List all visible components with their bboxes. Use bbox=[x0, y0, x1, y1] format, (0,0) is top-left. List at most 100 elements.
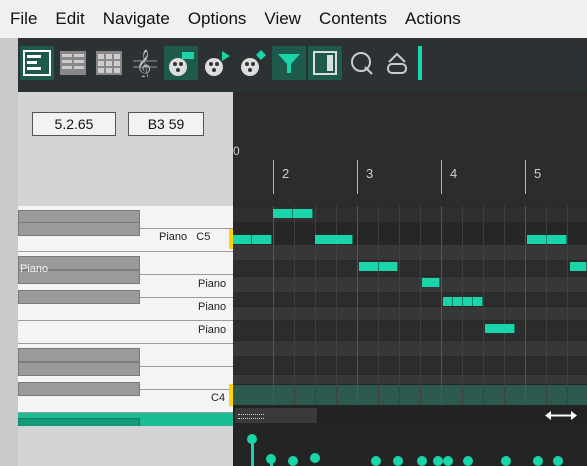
velocity-handle[interactable] bbox=[463, 456, 473, 466]
grid-row bbox=[233, 244, 587, 260]
black-key[interactable] bbox=[18, 290, 140, 304]
midi-note[interactable] bbox=[252, 235, 272, 244]
velocity-handle[interactable] bbox=[371, 456, 381, 466]
key-label-piano: Piano bbox=[198, 301, 227, 313]
midi-note[interactable] bbox=[233, 235, 252, 244]
bar-tick bbox=[273, 160, 274, 194]
black-key[interactable] bbox=[18, 362, 140, 376]
velocity-handle[interactable] bbox=[417, 456, 427, 466]
grid-row bbox=[233, 292, 587, 306]
zoom-resize-icon[interactable] bbox=[543, 408, 579, 423]
menu-file[interactable]: File bbox=[0, 9, 46, 29]
position-time-field[interactable]: 5.2.65 bbox=[32, 112, 116, 136]
midi-note[interactable] bbox=[273, 209, 293, 218]
grid-row bbox=[233, 340, 587, 356]
named-notes-view-icon[interactable] bbox=[56, 46, 90, 80]
grid-row bbox=[233, 306, 587, 320]
bar-tick bbox=[357, 160, 358, 194]
midi-note[interactable] bbox=[453, 297, 463, 306]
velocity-handle[interactable] bbox=[443, 456, 453, 466]
bar-line bbox=[441, 206, 442, 405]
filter-icon[interactable] bbox=[272, 46, 306, 80]
bar-tick bbox=[525, 160, 526, 194]
toolbar: 𝄞 bbox=[18, 38, 587, 92]
beat-line bbox=[483, 206, 484, 405]
bar-label: 4 bbox=[450, 166, 458, 181]
velocity-handle[interactable] bbox=[393, 456, 403, 466]
midi-note[interactable] bbox=[485, 324, 515, 333]
midi-note[interactable] bbox=[527, 235, 547, 244]
menu-edit[interactable]: Edit bbox=[46, 9, 93, 29]
beat-line bbox=[504, 206, 505, 405]
velocity-handle[interactable] bbox=[310, 453, 320, 463]
scrollbar-thumb[interactable] bbox=[235, 408, 317, 423]
velocity-handle[interactable] bbox=[501, 456, 511, 466]
grip-icon bbox=[238, 414, 264, 419]
velocity-lane[interactable] bbox=[233, 426, 587, 466]
beat-line bbox=[420, 206, 421, 405]
velocity-handle[interactable] bbox=[433, 456, 443, 466]
menu-view[interactable]: View bbox=[255, 9, 310, 29]
item-play-icon[interactable] bbox=[200, 46, 234, 80]
midi-note[interactable] bbox=[379, 262, 398, 271]
midi-note[interactable] bbox=[570, 262, 587, 271]
grid-row-selected bbox=[233, 384, 587, 405]
key-label-piano: Piano bbox=[198, 278, 227, 290]
midi-note[interactable] bbox=[547, 235, 567, 244]
key-label-piano: Piano bbox=[20, 263, 49, 275]
key-label-piano: Piano bbox=[198, 324, 227, 336]
svg-text:𝄞: 𝄞 bbox=[136, 49, 151, 77]
bar-label: 2 bbox=[282, 166, 290, 181]
piano-roll-view-icon[interactable] bbox=[20, 46, 54, 80]
beat-line bbox=[567, 206, 568, 405]
midi-note[interactable] bbox=[315, 235, 353, 244]
timeline-ruler[interactable]: 0 2 3 4 5 bbox=[233, 92, 587, 206]
cc-lane-header bbox=[18, 426, 233, 466]
menu-navigate[interactable]: Navigate bbox=[94, 9, 179, 29]
bar-line bbox=[525, 206, 526, 405]
item-diamond-icon[interactable] bbox=[236, 46, 270, 80]
chord-icon[interactable] bbox=[380, 46, 414, 80]
menu-actions[interactable]: Actions bbox=[396, 9, 470, 29]
bar-line bbox=[273, 206, 274, 405]
menu-options[interactable]: Options bbox=[179, 9, 256, 29]
grid-row bbox=[233, 260, 587, 276]
horizontal-scrollbar[interactable] bbox=[233, 405, 587, 426]
midi-note[interactable] bbox=[293, 209, 313, 218]
midi-note[interactable] bbox=[359, 262, 379, 271]
velocity-handle[interactable] bbox=[247, 434, 257, 444]
midi-note[interactable] bbox=[463, 297, 473, 306]
quantize-icon[interactable] bbox=[344, 46, 378, 80]
toolbar-overflow-indicator bbox=[418, 46, 422, 80]
velocity-handle[interactable] bbox=[533, 456, 543, 466]
note-grid[interactable] bbox=[233, 206, 587, 405]
beat-line bbox=[378, 206, 379, 405]
position-panel: 5.2.65 B3 59 bbox=[18, 92, 233, 206]
menu-contents[interactable]: Contents bbox=[310, 9, 396, 29]
midi-note[interactable] bbox=[473, 297, 483, 306]
piano-keyboard[interactable]: Piano C5 Piano Piano Piano Piano C4 bbox=[18, 206, 233, 426]
velocity-handle[interactable] bbox=[266, 454, 276, 464]
black-key-selected[interactable] bbox=[18, 418, 140, 426]
bar-line bbox=[357, 206, 358, 405]
position-note-field[interactable]: B3 59 bbox=[128, 112, 204, 136]
key-label-c5: Piano C5 bbox=[159, 231, 211, 243]
key-label-c4: C4 bbox=[211, 392, 226, 404]
midi-editor: 𝄞 5.2.65 B3 59 0 2 3 4 5 Piano C5 Piano … bbox=[18, 38, 587, 466]
bar-tick bbox=[441, 160, 442, 194]
grid-row bbox=[233, 356, 587, 374]
black-key[interactable] bbox=[18, 348, 140, 362]
midi-note[interactable] bbox=[422, 278, 440, 287]
velocity-handle[interactable] bbox=[553, 456, 563, 466]
black-key[interactable] bbox=[18, 222, 140, 236]
grid-row bbox=[233, 374, 587, 384]
midi-note[interactable] bbox=[443, 297, 453, 306]
notation-treble-clef-icon[interactable]: 𝄞 bbox=[128, 46, 162, 80]
drum-grid-view-icon[interactable] bbox=[92, 46, 126, 80]
media-item-icon[interactable] bbox=[164, 46, 198, 80]
velocity-handle[interactable] bbox=[288, 456, 298, 466]
black-key[interactable] bbox=[18, 382, 140, 396]
ruler-start-label: 0 bbox=[233, 144, 240, 158]
side-panel-icon[interactable] bbox=[308, 46, 342, 80]
beat-line bbox=[399, 206, 400, 405]
